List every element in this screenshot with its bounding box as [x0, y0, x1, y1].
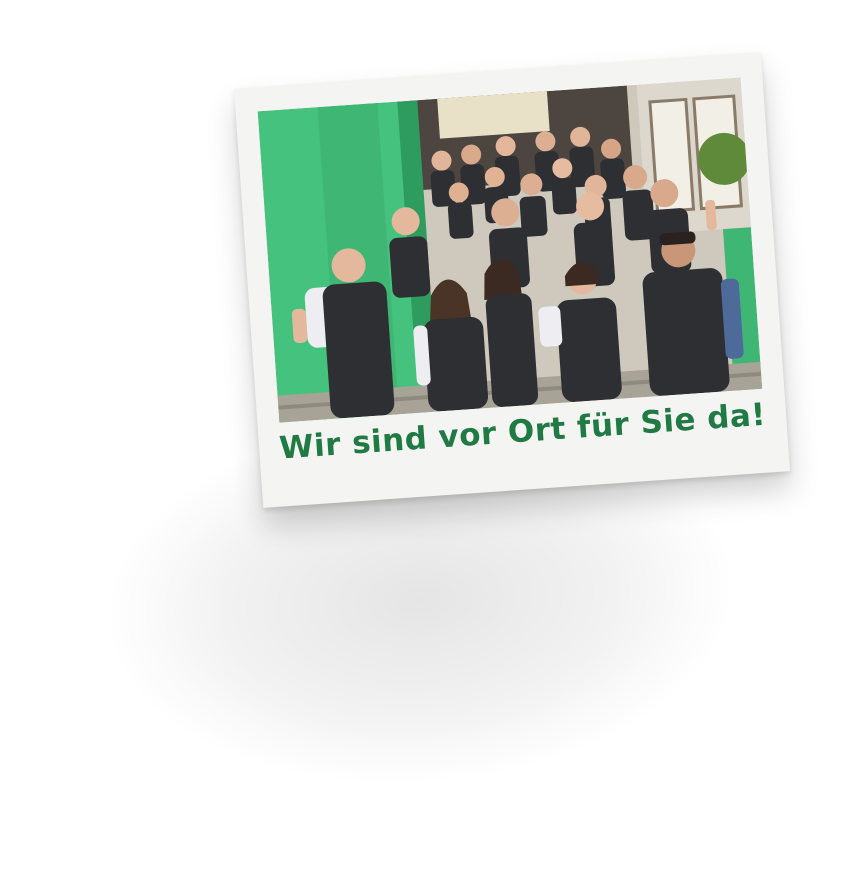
polaroid-frame: Wir sind vor Ort für Sie da! [233, 52, 791, 508]
team-photo [257, 77, 763, 423]
